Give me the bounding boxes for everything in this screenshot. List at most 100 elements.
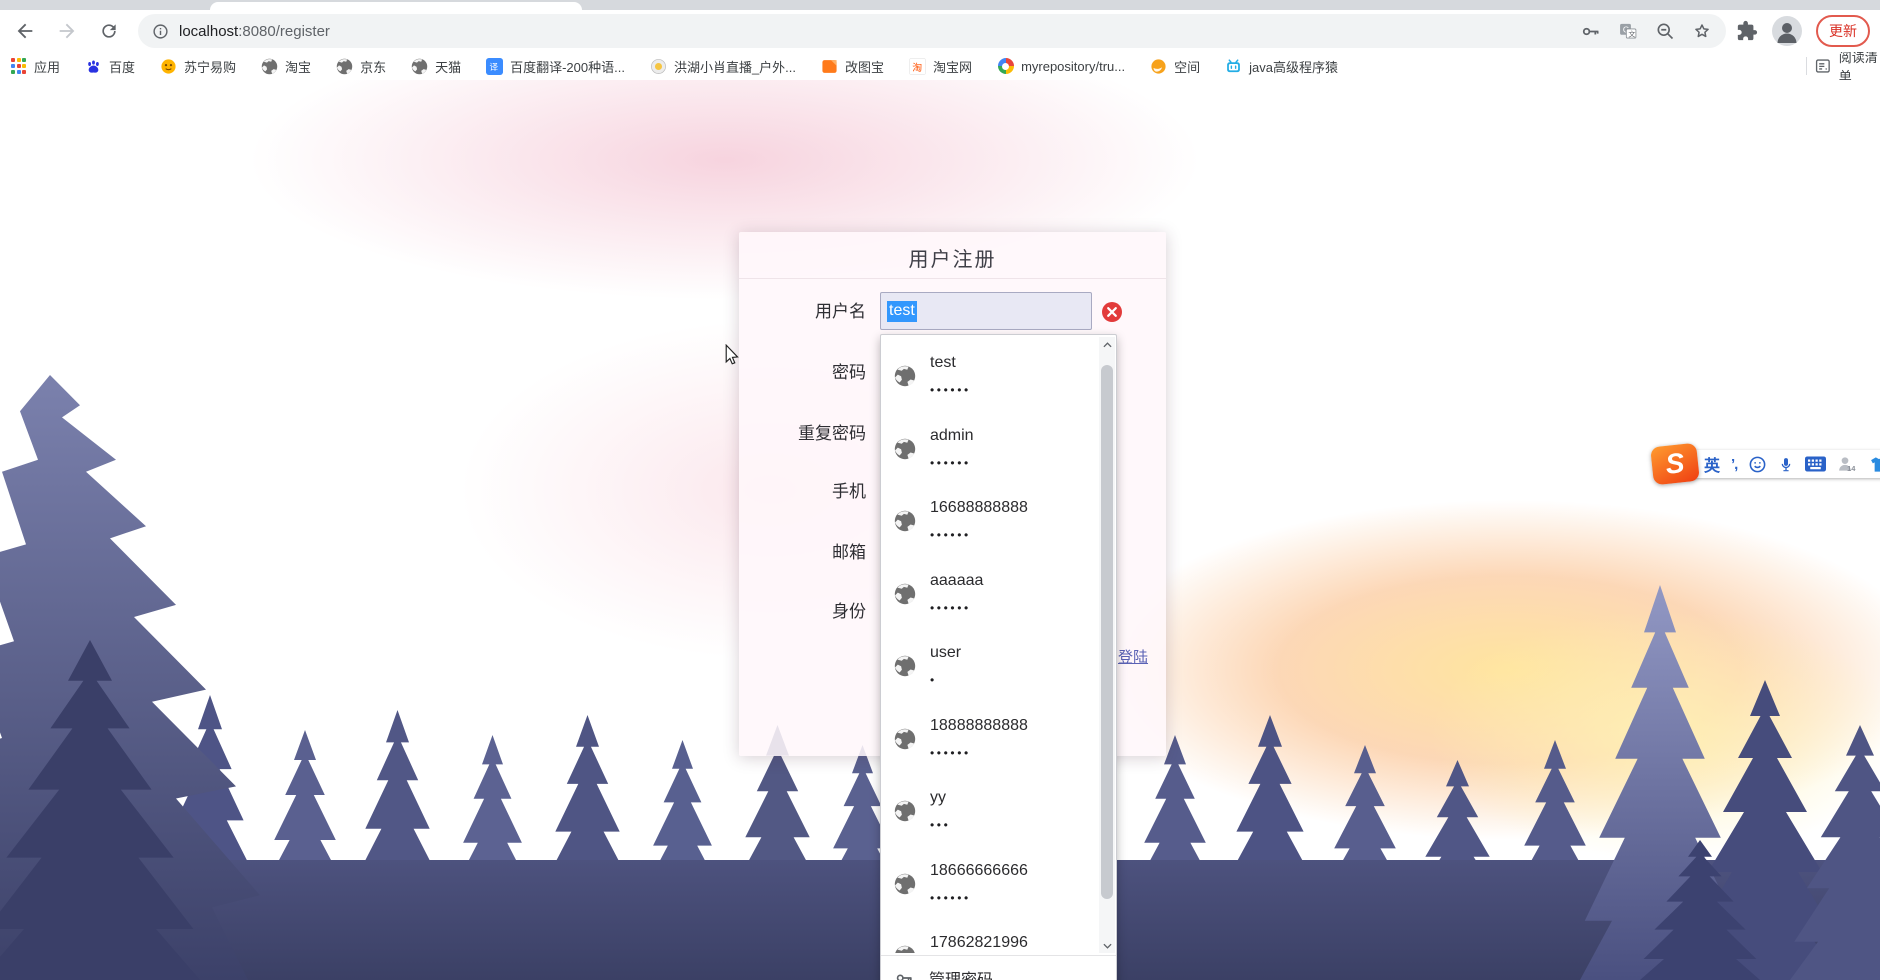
autofill-username: test [930, 354, 956, 371]
bookmark-taobao[interactable]: 淘宝 [261, 57, 311, 76]
svg-text:译: 译 [490, 62, 499, 72]
translate-favicon: 译 [486, 57, 504, 75]
profile-avatar[interactable] [1772, 16, 1802, 46]
apps-grid-icon [10, 57, 27, 75]
login-link[interactable]: 登陆 [1118, 646, 1148, 667]
bookmark-label: java高级程序猿 [1249, 59, 1338, 75]
autofill-password-mask: •••••• [930, 890, 971, 905]
autofill-entry[interactable]: 18888888888 •••••• [881, 706, 1099, 779]
bookmark-label: 洪湖小肖直播_户外... [673, 59, 797, 75]
forward-button[interactable] [50, 14, 84, 48]
autofill-entry[interactable]: test •••••• [881, 343, 1099, 416]
url-bar[interactable]: localhost:8080/register G文 [138, 14, 1726, 48]
autofill-password-mask: •••••• [930, 528, 971, 542]
bookmark-baidu-translate[interactable]: 译 百度翻译-200种语... [486, 57, 625, 76]
taobao-tao-favicon: 淘 [909, 57, 927, 75]
bookmark-star-icon[interactable] [1692, 21, 1712, 41]
svg-text:淘: 淘 [912, 60, 922, 73]
globe-icon [894, 800, 916, 822]
scrollbar-thumb[interactable] [1101, 365, 1113, 899]
svg-text:14: 14 [1847, 464, 1856, 473]
globe-icon [894, 873, 916, 895]
reading-list-icon [1815, 59, 1830, 73]
bookmark-java-programmer[interactable]: java高级程序猿 [1225, 57, 1338, 76]
url-path: :8080/register [238, 22, 330, 40]
globe-icon [894, 945, 916, 953]
autofill-username: admin [930, 426, 974, 444]
tab-strip [0, 0, 1880, 10]
baidu-paw-icon [85, 58, 102, 75]
bookmark-label: 天猫 [435, 59, 462, 75]
autofill-entry[interactable]: 16688888888 •••••• [881, 488, 1099, 561]
autofill-password-mask: •••••• [930, 745, 971, 760]
password-key-icon[interactable] [1580, 21, 1601, 42]
autofill-password-mask: •••••• [930, 455, 971, 470]
bookmark-suning[interactable]: 苏宁易购 [160, 57, 236, 76]
scroll-up-button[interactable] [1099, 337, 1115, 352]
screen: { "browser": { "url": {"host": "localhos… [0, 0, 1880, 980]
autofill-entry[interactable]: user • [881, 633, 1099, 706]
reading-list-label: 阅读清单 [1838, 52, 1878, 80]
autofill-entry[interactable]: admin •••••• [881, 416, 1099, 489]
reading-list-button[interactable]: 阅读清单 [1814, 52, 1880, 80]
bookmark-baidu[interactable]: 百度 [85, 57, 135, 76]
phone-label: 手机 [832, 482, 866, 501]
bookmark-myrepository[interactable]: myrepository/tru... [997, 58, 1125, 75]
autofill-entry[interactable]: 18666666666 •••••• [881, 851, 1099, 924]
bookmark-taobao-wang[interactable]: 淘 淘宝网 [909, 57, 972, 76]
apps-shortcut[interactable]: 应用 [10, 57, 60, 76]
autofill-entry[interactable]: yy ••• [881, 778, 1099, 851]
honghu-favicon [650, 58, 667, 75]
skin-tshirt-icon[interactable] [1869, 455, 1880, 474]
scroll-down-button[interactable] [1099, 938, 1115, 953]
autofill-username: 18888888888 [930, 716, 1028, 734]
bookmark-tmall[interactable]: 天猫 [411, 57, 461, 76]
voice-input-icon[interactable] [1778, 455, 1794, 474]
autofill-entry[interactable]: aaaaaa •••••• [881, 561, 1099, 634]
email-label: 邮箱 [832, 543, 866, 562]
gaitubao-favicon [821, 58, 838, 75]
autofill-username: yy [930, 789, 946, 806]
extensions-puzzle-icon[interactable] [1736, 20, 1758, 42]
bookmark-label: 空间 [1174, 59, 1201, 75]
autofill-entry[interactable]: 17862821996 [881, 923, 1099, 953]
lens-favicon [997, 58, 1014, 75]
autofill-username: 18666666666 [930, 861, 1028, 879]
manage-passwords-item[interactable]: 管理密码 [881, 955, 1116, 980]
ime-punctuation-toggle[interactable]: ’, [1731, 456, 1738, 473]
autofill-list: test •••••• admin •••••• 16688888888 •••… [881, 337, 1099, 953]
ime-profile-icon[interactable]: 14 [1837, 454, 1858, 474]
globe-favicon [336, 58, 353, 75]
bookmarks-separator [1806, 57, 1807, 75]
keyboard-icon[interactable] [1805, 456, 1827, 472]
manage-passwords-label: 管理密码 [929, 966, 993, 980]
reload-icon [102, 24, 116, 38]
autofill-username: 17862821996 [930, 934, 1028, 951]
autofill-password-mask: • [930, 673, 937, 687]
autofill-username: 16688888888 [930, 499, 1028, 516]
bookmark-label: 改图宝 [845, 59, 885, 75]
bookmark-jd[interactable]: 京东 [336, 57, 386, 76]
mouse-cursor [723, 344, 741, 366]
bookmark-qzone[interactable]: 空间 [1150, 57, 1200, 76]
back-button[interactable] [8, 14, 42, 48]
bilibili-tv-favicon [1225, 58, 1242, 75]
page-info-icon[interactable] [152, 23, 169, 40]
dropdown-scrollbar[interactable] [1099, 337, 1115, 953]
active-tab[interactable] [210, 2, 582, 10]
suning-lion-icon [160, 58, 177, 75]
sogou-logo[interactable]: S [1650, 442, 1700, 486]
page-background: 用户注册 用户名 密码 重复密码 手机 邮箱 身份 test 登陆 test •… [0, 80, 1880, 980]
bookmark-label: 淘宝 [285, 59, 312, 75]
globe-icon [894, 438, 916, 460]
emoji-icon[interactable] [1748, 455, 1767, 474]
ime-language-mode[interactable]: 英 [1704, 452, 1720, 476]
bookmark-gaitubao[interactable]: 改图宝 [821, 57, 884, 76]
bookmark-honghu-live[interactable]: 洪湖小肖直播_户外... [650, 57, 796, 76]
zoom-out-icon[interactable] [1655, 21, 1675, 41]
translate-icon[interactable]: G文 [1618, 21, 1638, 41]
username-input[interactable]: test [880, 292, 1092, 330]
reload-button[interactable] [92, 14, 126, 48]
update-button[interactable]: 更新 [1816, 15, 1870, 47]
autofill-password-mask: •••••• [930, 600, 971, 615]
